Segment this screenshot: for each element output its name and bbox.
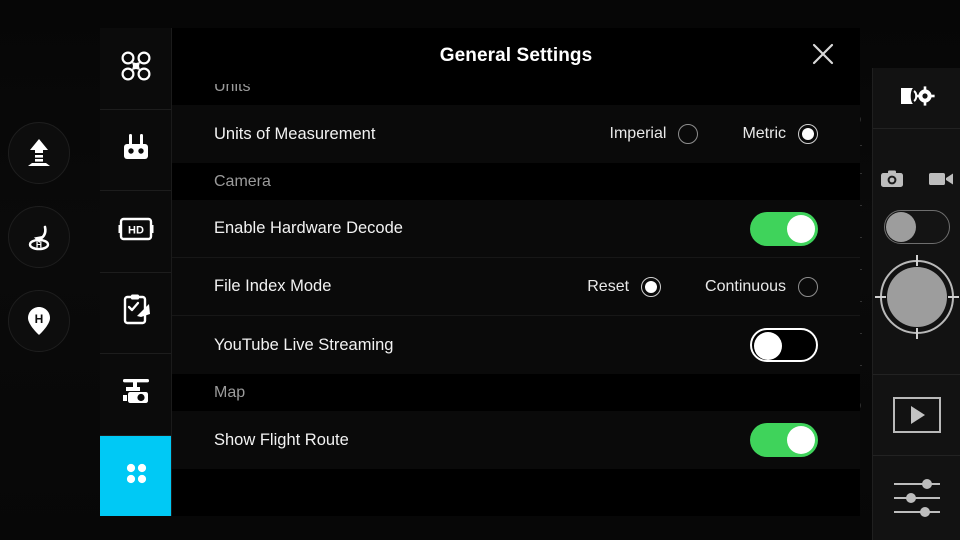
sliders-icon (893, 477, 940, 519)
svg-text:HD: HD (128, 224, 144, 236)
sidebar-item-image-transmission[interactable]: HD (100, 191, 171, 273)
row-units-of-measurement[interactable]: Units of Measurement Imperial Metric (172, 105, 860, 163)
adjustments-button[interactable] (873, 456, 960, 540)
return-home-icon: H (23, 221, 55, 253)
radio-metric[interactable] (798, 124, 818, 144)
row-label: File Index Mode (214, 277, 332, 295)
row-show-flight-route[interactable]: Show Flight Route (172, 411, 860, 469)
radio-group-units: Imperial Metric (610, 124, 818, 144)
row-enable-hardware-decode[interactable]: Enable Hardware Decode (172, 200, 860, 258)
camera-settings-icon (897, 82, 937, 115)
home-pin-icon: H (26, 305, 52, 337)
app-root: H H HD General Settings Units Units of M… (0, 0, 960, 540)
toggle-knob (787, 214, 815, 243)
mode-toggle-knob (885, 212, 916, 243)
svg-text:H: H (35, 312, 44, 326)
sidebar-item-general[interactable] (100, 435, 171, 516)
section-rows-units: Units of Measurement Imperial Metric (172, 105, 860, 163)
capture-controls (873, 129, 960, 375)
capture-mode-icons (880, 169, 954, 194)
sidebar-item-gimbal[interactable] (100, 354, 171, 436)
section-label-map: Map (214, 384, 246, 401)
radio-option-continuous[interactable]: Continuous (705, 276, 818, 297)
toggle-enable-hardware-decode[interactable] (750, 211, 818, 246)
settings-scroll-area[interactable]: Units Units of Measurement Imperial Metr… (172, 84, 860, 516)
row-file-index-mode[interactable]: File Index Mode Reset Continuous (172, 258, 860, 316)
row-label: Show Flight Route (214, 430, 349, 449)
row-youtube-live-streaming[interactable]: YouTube Live Streaming (172, 316, 860, 374)
radio-label: Imperial (609, 125, 667, 142)
toggle-show-flight-route[interactable] (750, 423, 818, 457)
general-settings-panel: General Settings Units Units of Measurem… (172, 28, 860, 516)
section-rows-camera: Enable Hardware Decode File Index Mode R… (172, 200, 860, 374)
home-point-button[interactable]: H (8, 290, 70, 352)
return-to-home-button[interactable]: H (8, 206, 70, 268)
gimbal-camera-icon (117, 375, 155, 414)
section-label-camera: Camera (214, 173, 271, 190)
radio-option-imperial[interactable]: Imperial (610, 124, 699, 144)
section-rows-map: Show Flight Route (172, 411, 860, 469)
left-flight-controls: H H (8, 122, 70, 352)
radio-reset[interactable] (641, 276, 662, 297)
radio-label: Metric (742, 125, 786, 142)
toggle-youtube-live-streaming[interactable] (750, 328, 818, 362)
camera-settings-button[interactable] (873, 68, 960, 130)
radio-option-reset[interactable]: Reset (587, 276, 662, 297)
drone-icon (116, 46, 156, 91)
row-label: Units of Measurement (214, 124, 376, 143)
remote-controller-icon (117, 128, 155, 171)
grid-dots-icon (121, 458, 151, 493)
photo-camera-icon[interactable] (880, 169, 904, 194)
toggle-knob (754, 332, 782, 360)
video-camera-icon[interactable] (928, 170, 954, 193)
playback-button[interactable] (873, 375, 960, 456)
section-label-units: Units (214, 84, 251, 95)
sidebar-item-aircraft[interactable] (100, 28, 171, 110)
page-title: General Settings (439, 45, 593, 66)
svg-text:H: H (36, 240, 42, 250)
checklist-icon (119, 292, 153, 333)
radio-label: Continuous (705, 277, 786, 295)
row-label: Enable Hardware Decode (214, 219, 403, 237)
row-label: YouTube Live Streaming (214, 335, 394, 354)
settings-sidebar: HD (100, 28, 172, 516)
playback-play-icon (892, 396, 941, 433)
radio-label: Reset (587, 277, 630, 295)
radio-group-file-index: Reset Continuous (587, 276, 818, 297)
hd-icon: HD (116, 214, 156, 249)
close-button[interactable] (808, 41, 838, 71)
close-icon (810, 41, 836, 72)
radio-imperial[interactable] (678, 124, 699, 144)
sidebar-item-remote-controller[interactable] (100, 110, 171, 191)
camera-control-rail (872, 68, 960, 540)
toggle-knob (787, 426, 815, 454)
photo-video-mode-toggle[interactable] (883, 210, 950, 245)
shutter-button[interactable] (874, 255, 959, 340)
panel-header: General Settings (172, 28, 860, 84)
radio-continuous[interactable] (798, 276, 818, 297)
sidebar-item-flight-plan[interactable] (100, 273, 171, 354)
takeoff-button[interactable] (8, 122, 70, 184)
takeoff-arrow-icon (24, 137, 54, 169)
radio-option-metric[interactable]: Metric (742, 124, 818, 144)
